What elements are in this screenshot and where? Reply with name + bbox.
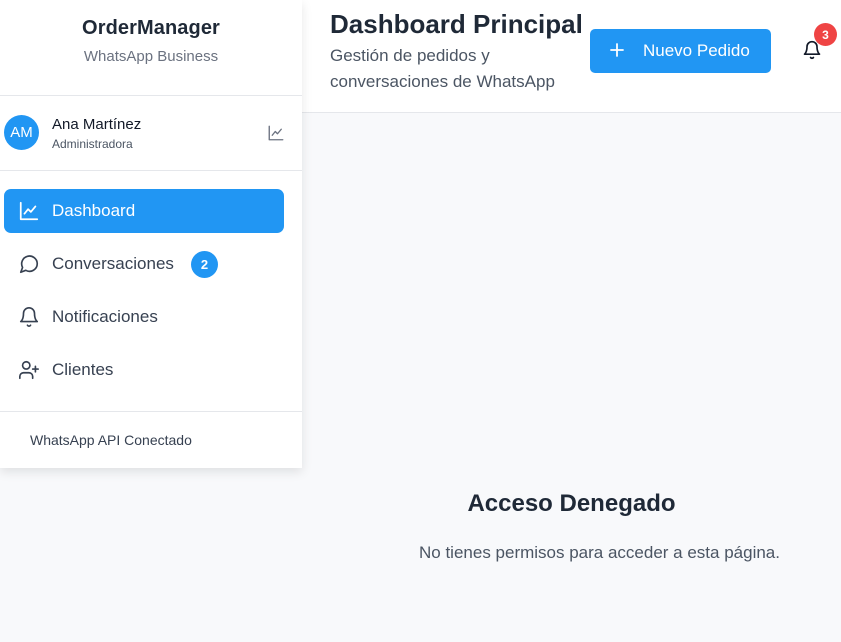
user-plus-icon — [19, 360, 39, 380]
brand-title: OrderManager — [82, 17, 220, 39]
app: OrderManager WhatsApp Business AM Ana Ma… — [0, 0, 841, 642]
plus-icon — [610, 43, 624, 57]
chart-line-icon[interactable] — [267, 124, 285, 142]
sidebar-item-clientes[interactable]: Clientes — [4, 348, 284, 392]
bell-icon — [19, 307, 39, 327]
sidebar-item-label: Dashboard — [52, 201, 136, 220]
user-role: Administradora — [52, 137, 133, 151]
page-subtitle: Gestión de pedidos y conversaciones de W… — [330, 46, 555, 91]
connection-status: WhatsApp API Conectado — [0, 411, 302, 468]
chat-bubble-icon — [19, 255, 39, 274]
sidebar-item-label: Notificaciones — [52, 307, 158, 326]
sidebar-item-label: Conversaciones — [52, 254, 174, 273]
brand-subtitle: WhatsApp Business — [83, 48, 219, 65]
page-title: Dashboard Principal — [330, 9, 583, 39]
new-order-label: Nuevo Pedido — [643, 41, 750, 60]
sidebar-item-conversaciones[interactable]: Conversaciones 2 — [4, 242, 284, 286]
user-name: Ana Martínez — [52, 116, 142, 133]
new-order-button[interactable]: Nuevo Pedido — [590, 29, 771, 73]
sidebar-item-dashboard[interactable]: Dashboard — [4, 189, 284, 233]
sidebar-item-notificaciones[interactable]: Notificaciones — [4, 295, 284, 339]
access-denied-title: Acceso Denegado — [467, 490, 676, 517]
chart-line-icon — [19, 201, 39, 221]
unread-badge: 2 — [191, 251, 218, 278]
page-header: Dashboard Principal Gestión de pedidos y… — [302, 0, 841, 113]
notification-badge: 3 — [814, 23, 837, 46]
sidebar-item-label: Clientes — [52, 360, 114, 379]
user-panel: AM Ana Martínez Administradora — [0, 96, 302, 171]
sidebar: OrderManager WhatsApp Business AM Ana Ma… — [0, 0, 302, 468]
brand: OrderManager WhatsApp Business — [0, 0, 302, 96]
sidebar-nav: Dashboard Conversaciones 2 Notificacione… — [0, 171, 302, 392]
access-denied-message: No tienes permisos para acceder a esta p… — [419, 543, 780, 562]
avatar[interactable]: AM — [4, 115, 39, 150]
